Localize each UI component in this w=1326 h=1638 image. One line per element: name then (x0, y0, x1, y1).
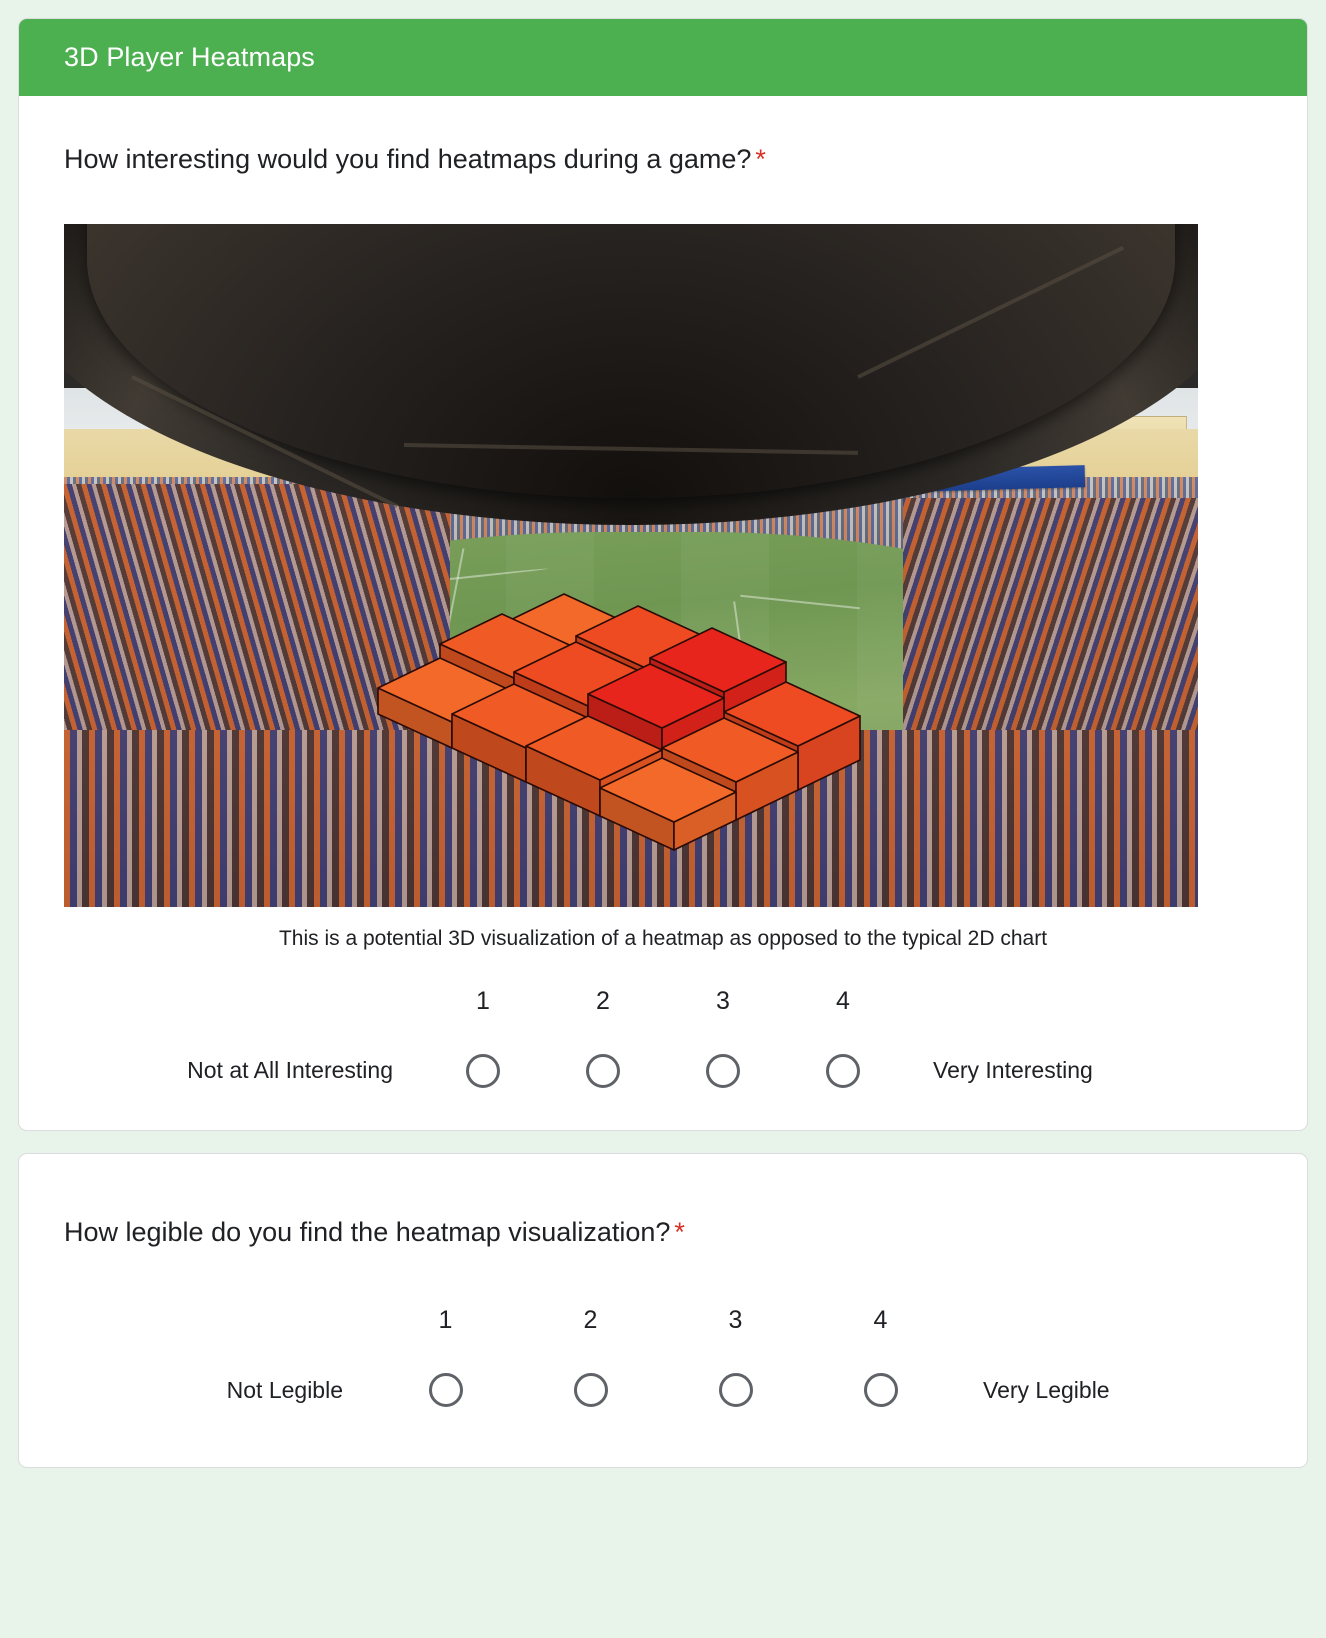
question-image-wrapper: C I N C I N N A T I (64, 224, 1262, 908)
linear-scale-legible: 1 2 3 4 Not Legible Very Legible (64, 1306, 1262, 1408)
question-text: How interesting would you find heatmaps … (64, 144, 752, 174)
scale-value-header-1: 1 (438, 1306, 453, 1335)
radio-cell-1[interactable] (373, 1373, 518, 1408)
form-page: 3D Player Heatmaps How interesting would… (0, 0, 1326, 1638)
stadium-image: C I N C I N N A T I (64, 224, 1198, 908)
question-body-legible: How legible do you find the heatmap visu… (19, 1154, 1307, 1467)
radio-cell-2[interactable] (518, 1373, 663, 1408)
image-caption: This is a potential 3D visualization of … (278, 927, 1048, 951)
radio-option-1[interactable] (466, 1053, 500, 1088)
radio-cell-3[interactable] (663, 1053, 783, 1088)
radio-cell-2[interactable] (543, 1053, 663, 1088)
scale-value-header-4: 4 (873, 1306, 888, 1335)
heatmap-3d-overlay (364, 593, 924, 894)
question-body-interesting: How interesting would you find heatmaps … (19, 96, 1307, 1130)
radio-option-3[interactable] (718, 1373, 753, 1408)
radio-option-3[interactable] (706, 1053, 740, 1088)
scale-value-header-2: 2 (583, 1306, 598, 1335)
required-asterisk: * (674, 1216, 685, 1247)
radio-option-4[interactable] (826, 1053, 860, 1088)
radio-option-4[interactable] (863, 1373, 898, 1408)
scale-value-header-4: 4 (836, 986, 850, 1015)
form-header: 3D Player Heatmaps (19, 19, 1307, 96)
scale-value-header-2: 2 (596, 986, 610, 1015)
radio-cell-1[interactable] (423, 1053, 543, 1088)
scale-high-label: Very Interesting (933, 1057, 1093, 1084)
question-text: How legible do you find the heatmap visu… (64, 1216, 671, 1247)
radio-option-2[interactable] (573, 1373, 608, 1408)
scale-low-label: Not at All Interesting (187, 1057, 393, 1084)
scale-value-header-3: 3 (716, 986, 730, 1015)
question-card-interesting: 3D Player Heatmaps How interesting would… (18, 18, 1308, 1131)
scale-low-label: Not Legible (226, 1376, 343, 1403)
question-title-interesting: How interesting would you find heatmaps … (64, 141, 1262, 177)
radio-cell-3[interactable] (663, 1373, 808, 1408)
scale-value-header-1: 1 (476, 986, 490, 1015)
scale-value-header-3: 3 (728, 1306, 743, 1335)
question-card-legible: How legible do you find the heatmap visu… (18, 1152, 1308, 1469)
required-asterisk: * (755, 144, 766, 174)
linear-scale-interesting: 1 2 3 4 Not at All Interesting Very Inte… (64, 987, 1262, 1088)
radio-cell-4[interactable] (783, 1053, 903, 1088)
radio-cell-4[interactable] (808, 1373, 953, 1408)
question-title-legible: How legible do you find the heatmap visu… (64, 1214, 1262, 1250)
radio-option-1[interactable] (428, 1373, 463, 1408)
form-title: 3D Player Heatmaps (64, 42, 315, 72)
scale-high-label: Very Legible (983, 1376, 1110, 1403)
radio-option-2[interactable] (586, 1053, 620, 1088)
